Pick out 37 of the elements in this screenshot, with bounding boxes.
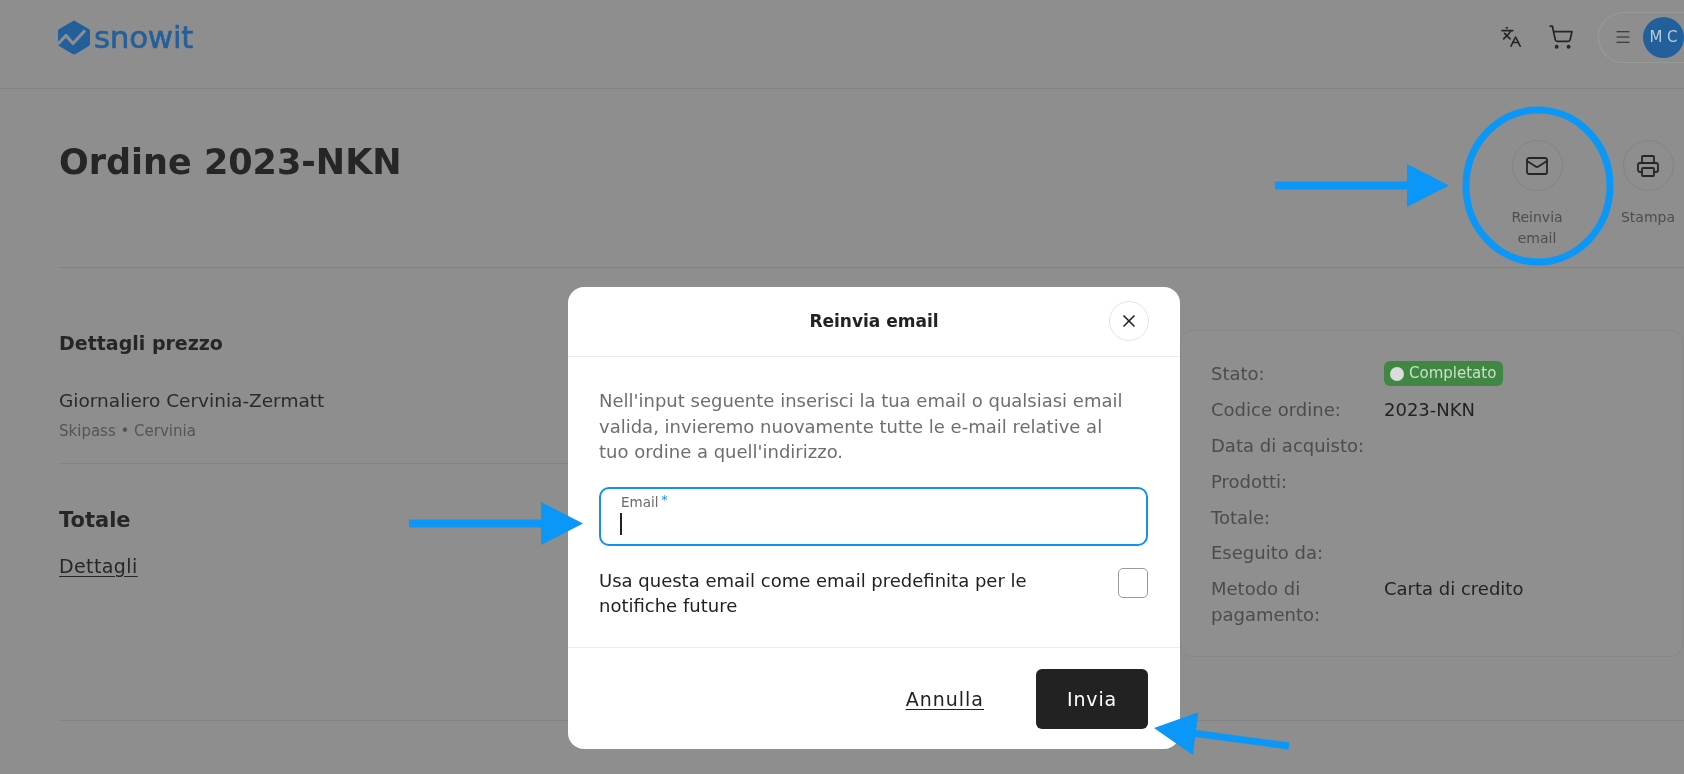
summary-label: Data di acquisto: — [1211, 433, 1366, 458]
summary-label: Prodotti: — [1211, 469, 1289, 494]
cart-icon[interactable] — [1548, 24, 1574, 50]
dialog-description: Nell'input seguente inserisci la tua email o qualsiasi email valida, invieremo nuovamente tutte le e-mail relative al tuo ordine a quell'indirizzo. — [599, 389, 1124, 464]
section-title: Dettagli prezzo — [59, 331, 223, 356]
summary-label: Codice ordine: — [1211, 397, 1342, 422]
text-cursor-icon — [620, 513, 622, 535]
details-link[interactable]: Dettagli — [59, 554, 138, 578]
summary-label: Stato: — [1211, 362, 1266, 386]
dialog-title: Reinvia email — [809, 310, 939, 333]
action-label: Reinvia email — [1510, 208, 1564, 248]
summary-label: Eseguito da: — [1211, 541, 1324, 566]
summary-label: Metodo di pagamento: — [1211, 577, 1322, 627]
product-subtitle: Skipass • Cervinia — [59, 421, 196, 441]
printer-icon — [1636, 153, 1660, 178]
action-label: Stampa — [1619, 208, 1677, 227]
checkbox-label: Usa questa email come email predefinita per le notifiche future — [599, 568, 1028, 618]
order-title: Ordine 2023-NKN — [59, 141, 402, 184]
status-text: Completato — [1409, 363, 1497, 384]
summary-label: Totale: — [1211, 505, 1272, 530]
total-title: Totale — [59, 507, 131, 534]
summary-value: Carta di credito — [1384, 577, 1525, 602]
email-field[interactable]: Email * — [599, 487, 1148, 546]
default-email-checkbox[interactable] — [1118, 567, 1148, 598]
send-button[interactable]: Invia — [1036, 668, 1148, 729]
menu-icon — [1614, 28, 1632, 46]
translate-icon[interactable] — [1500, 26, 1522, 48]
required-asterisk: * — [661, 494, 668, 506]
status-dot-icon — [1390, 366, 1404, 381]
close-button[interactable] — [1109, 301, 1149, 341]
logo-wordmark: snowit — [94, 19, 194, 55]
field-label: Email — [621, 494, 659, 510]
user-avatar: M C — [1643, 16, 1684, 58]
cancel-link[interactable]: Annulla — [905, 686, 984, 711]
logo-icon — [58, 19, 90, 55]
summary-value: 2023-NKN — [1384, 397, 1477, 422]
product-name: Giornaliero Cervinia-Zermatt — [59, 389, 325, 413]
